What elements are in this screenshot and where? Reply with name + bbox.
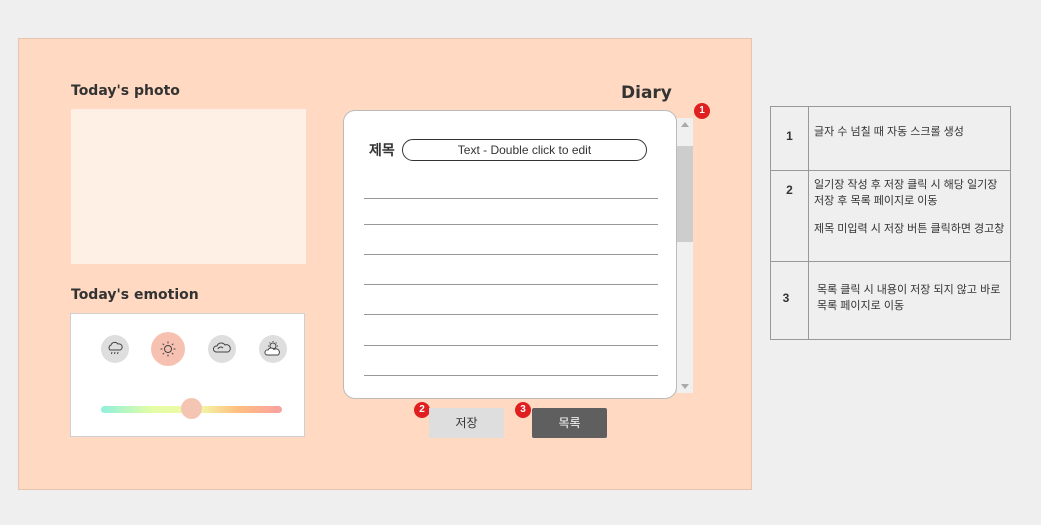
spec-divider: [808, 171, 809, 261]
cloud-icon[interactable]: [208, 335, 236, 363]
ruled-line: [364, 314, 658, 315]
ruled-line: [364, 345, 658, 346]
ruled-line: [364, 198, 658, 199]
emotion-slider-thumb[interactable]: [181, 398, 202, 419]
scroll-thumb[interactable]: [677, 146, 693, 242]
diary-page-frame: Today's photo Today's emotion Diary 1 제목…: [18, 38, 752, 490]
ruled-line: [364, 254, 658, 255]
spec-row-number: 3: [782, 291, 790, 305]
spec-table: 1 글자 수 넘칠 때 자동 스크롤 생성 2 일기장 작성 후 저장 클릭 시…: [770, 106, 1011, 340]
photo-label: Today's photo: [71, 83, 180, 99]
spec-row-text: 일기장 작성 후 저장 클릭 시 해당 일기장 저장 후 목록 페이지로 이동: [814, 179, 998, 207]
spec-divider: [808, 107, 809, 170]
save-button[interactable]: 저장: [429, 408, 504, 438]
scroll-down-arrow-icon[interactable]: [681, 384, 689, 389]
diary-title: Diary: [621, 83, 672, 103]
spec-row: 2 일기장 작성 후 저장 클릭 시 해당 일기장 저장 후 목록 페이지로 이…: [771, 171, 1010, 262]
emotion-card: [70, 313, 305, 437]
annotation-badge-3: 3: [515, 402, 531, 418]
sun-icon[interactable]: [151, 332, 185, 366]
spec-row: 1 글자 수 넘칠 때 자동 스크롤 생성: [771, 107, 1010, 171]
photo-upload-area[interactable]: [71, 109, 306, 264]
spec-row-number: 2: [786, 183, 793, 197]
list-button[interactable]: 목록: [532, 408, 607, 438]
spec-row-text: 글자 수 넘칠 때 자동 스크롤 생성: [814, 126, 964, 138]
scroll-up-arrow-icon[interactable]: [681, 122, 689, 127]
ruled-line: [364, 375, 658, 376]
spec-row: 3 목록 클릭 시 내용이 저장 되지 않고 바로 목록 페이지로 이동: [771, 262, 1010, 339]
spec-row-text: 목록 클릭 시 내용이 저장 되지 않고 바로 목록 페이지로 이동: [817, 284, 1001, 312]
diary-scrollbar[interactable]: [677, 118, 693, 393]
spec-row-text-2: 제목 미입력 시 저장 버튼 클릭하면 경고창: [814, 223, 1005, 235]
ruled-line: [364, 284, 658, 285]
spec-row-number: 1: [786, 129, 793, 143]
spec-divider: [808, 262, 809, 339]
ruled-line: [364, 224, 658, 225]
rain-cloud-icon[interactable]: [101, 335, 129, 363]
annotation-badge-1: 1: [694, 103, 710, 119]
emotion-label: Today's emotion: [71, 287, 199, 303]
diary-editor: 제목 Text - Double click to edit: [343, 110, 677, 399]
title-input[interactable]: Text - Double click to edit: [402, 139, 647, 161]
partly-cloudy-icon[interactable]: [259, 335, 287, 363]
annotation-badge-2: 2: [414, 402, 430, 418]
title-field-label: 제목: [369, 142, 395, 158]
